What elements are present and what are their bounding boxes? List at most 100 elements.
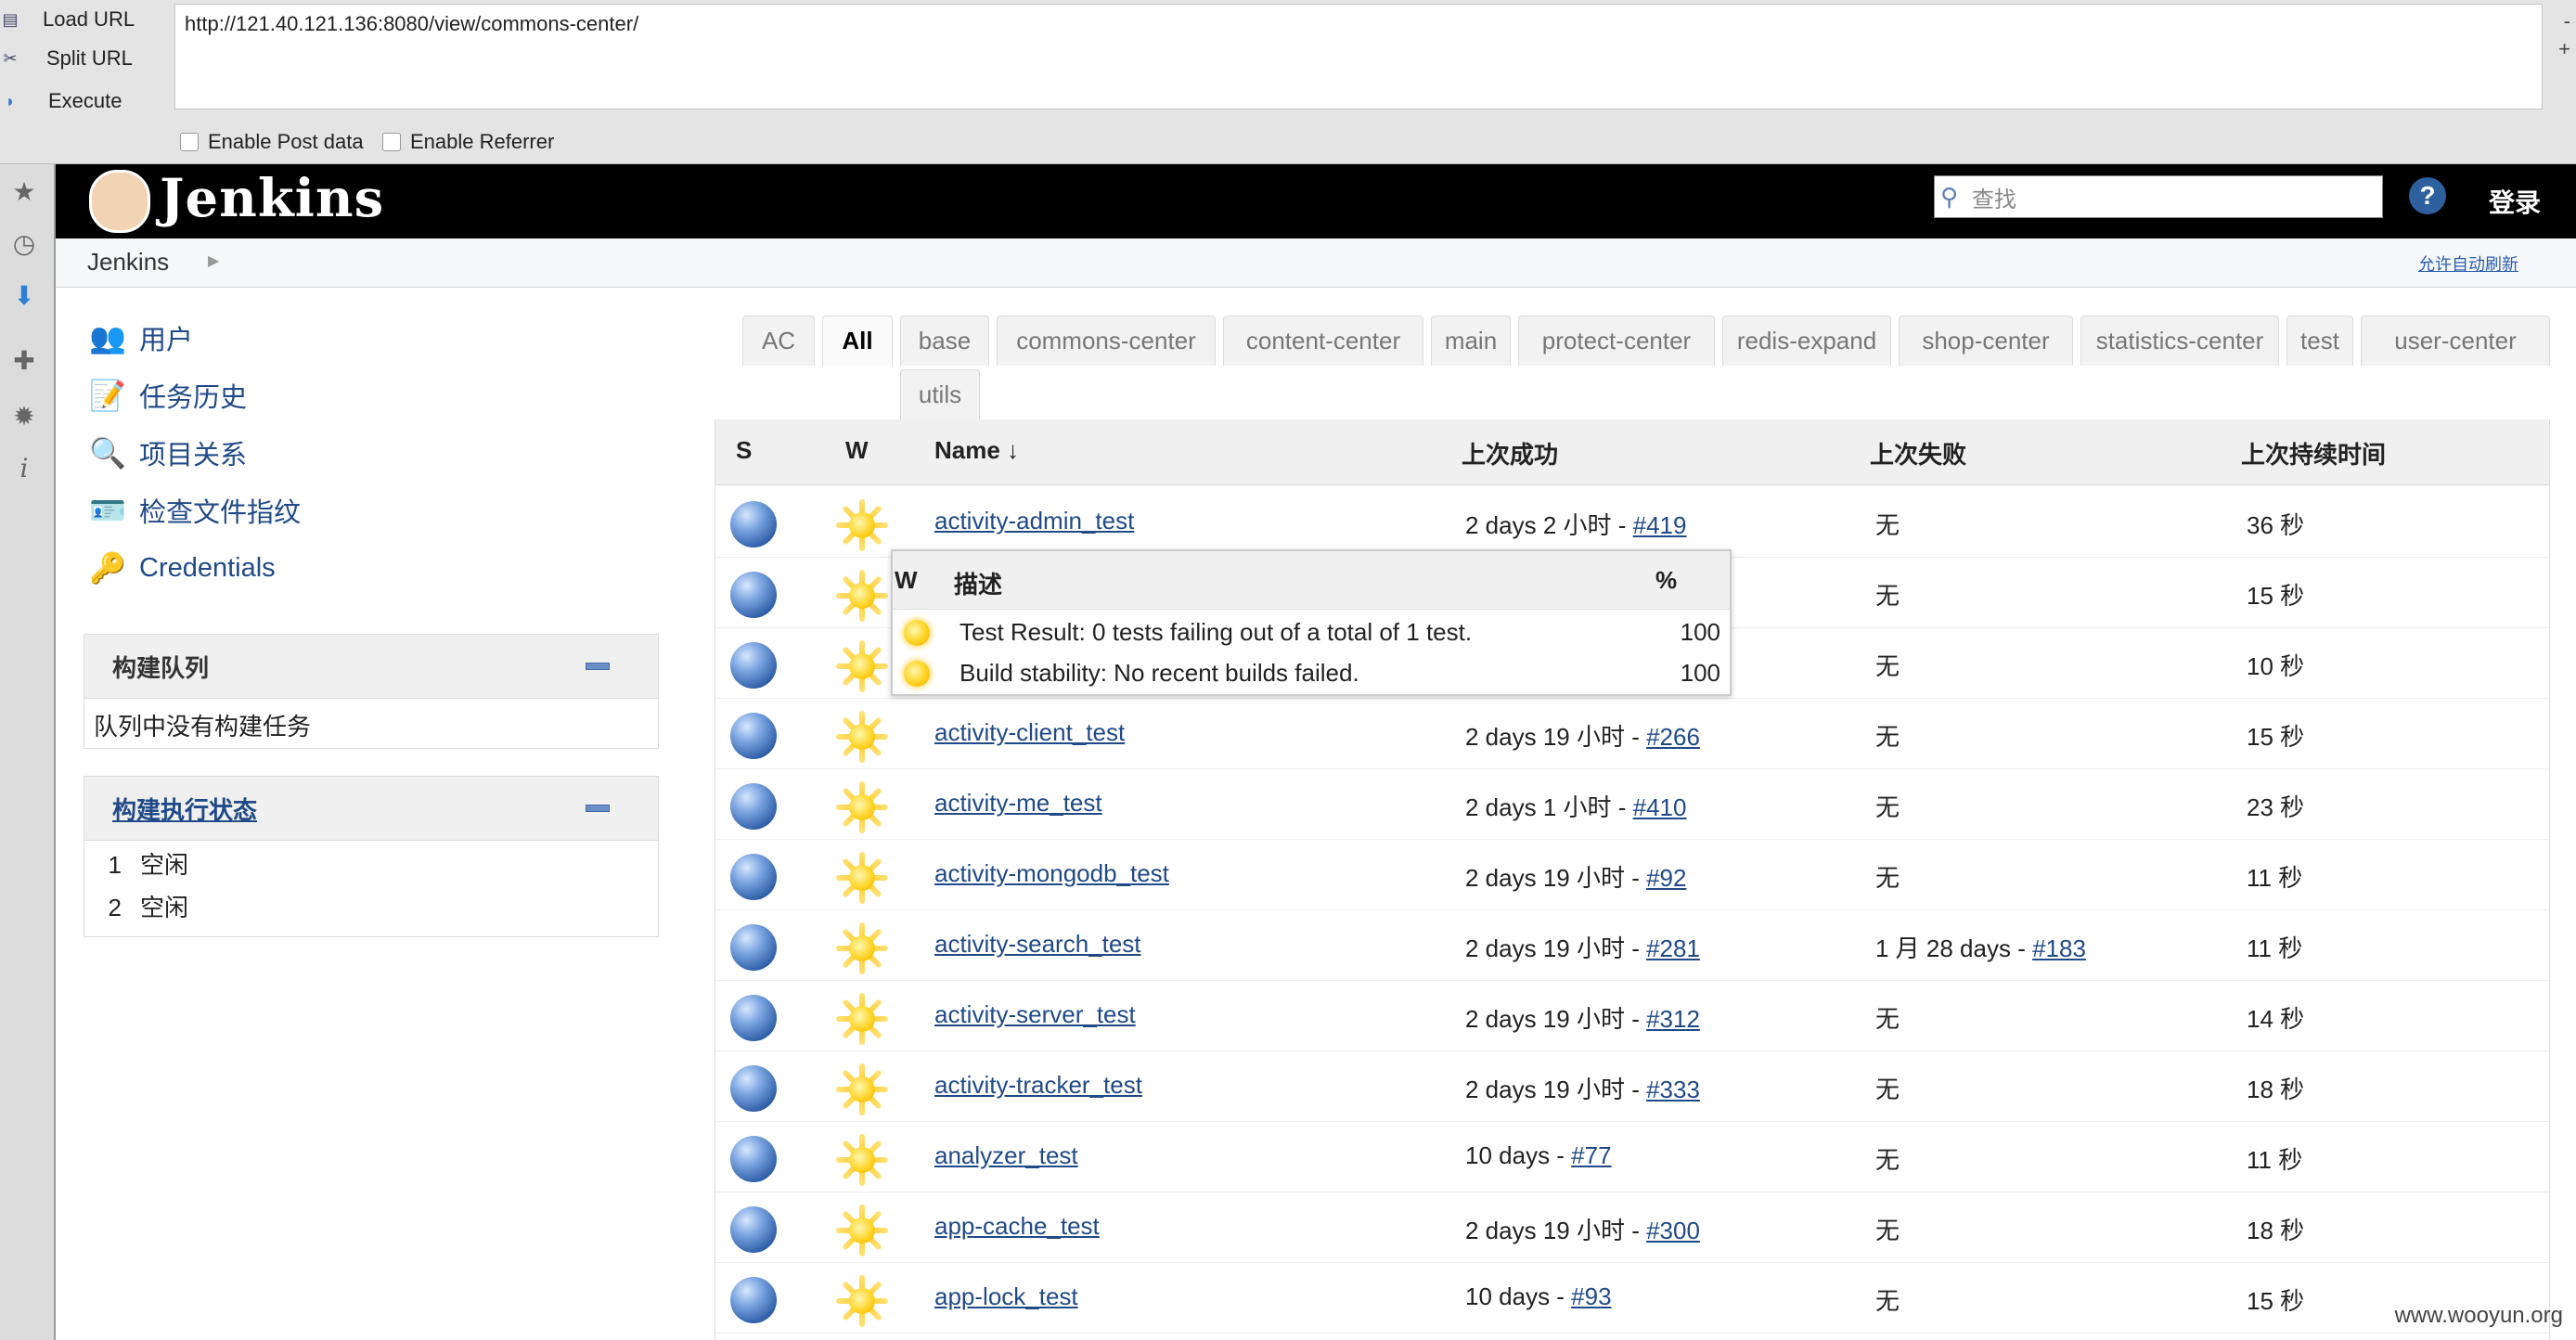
sunny-weather-icon[interactable] bbox=[836, 993, 888, 1045]
tab-all[interactable]: All bbox=[822, 316, 893, 366]
task-fingerprint[interactable]: 🪪 检查文件指纹 bbox=[89, 490, 301, 531]
split-url-button[interactable]: ✂ Split URL bbox=[0, 39, 132, 78]
blue-ball-status-icon[interactable] bbox=[730, 713, 777, 759]
blue-ball-status-icon[interactable] bbox=[730, 1065, 777, 1112]
collapse-executors-icon[interactable] bbox=[586, 805, 610, 812]
tab-content-center[interactable]: content-center bbox=[1223, 316, 1423, 366]
col-status[interactable]: S bbox=[736, 436, 752, 465]
history-clock-icon[interactable]: ◷ bbox=[9, 229, 39, 259]
task-credentials[interactable]: 🔑 Credentials bbox=[89, 548, 276, 588]
puzzle-icon[interactable]: ✚ bbox=[9, 346, 39, 376]
last-success-build-link[interactable]: #77 bbox=[1571, 1141, 1611, 1169]
info-icon[interactable]: i bbox=[9, 454, 39, 483]
referrer-checkbox-box[interactable] bbox=[382, 133, 401, 151]
breadcrumb-arrow-icon[interactable]: ▶ bbox=[208, 251, 219, 270]
blue-ball-status-icon[interactable] bbox=[730, 1136, 777, 1182]
url-textarea[interactable]: http://121.40.121.136:8080/view/commons-… bbox=[174, 4, 2543, 110]
job-name-link[interactable]: activity-search_test bbox=[934, 930, 1141, 959]
tab-statistics-center[interactable]: statistics-center bbox=[2080, 316, 2279, 366]
last-success-build-link[interactable]: #333 bbox=[1646, 1076, 1700, 1103]
bookmark-icon[interactable]: ★ bbox=[9, 177, 39, 207]
last-success-build-link[interactable]: #312 bbox=[1646, 1005, 1700, 1033]
tab-ac[interactable]: AC bbox=[742, 316, 815, 366]
enable-post-checkbox[interactable]: Enable Post data bbox=[180, 130, 364, 154]
sunny-weather-icon[interactable] bbox=[836, 1134, 888, 1186]
col-name[interactable]: Name ↓ bbox=[934, 436, 1019, 465]
blue-ball-status-icon[interactable] bbox=[730, 501, 777, 548]
tab-test[interactable]: test bbox=[2286, 316, 2353, 366]
help-icon[interactable]: ? bbox=[2409, 177, 2446, 214]
sunny-weather-icon[interactable] bbox=[836, 711, 888, 763]
job-name-link[interactable]: app-lock_test bbox=[934, 1282, 1078, 1311]
blue-ball-status-icon[interactable] bbox=[730, 783, 777, 830]
job-name-link[interactable]: activity-me_test bbox=[934, 789, 1102, 818]
shrink-button[interactable]: - bbox=[2564, 9, 2570, 33]
search-input[interactable]: ⚲ 查找 bbox=[1934, 175, 2383, 218]
post-checkbox-box[interactable] bbox=[180, 133, 199, 151]
blue-ball-status-icon[interactable] bbox=[730, 572, 777, 618]
tab-shop-center[interactable]: shop-center bbox=[1899, 316, 2073, 366]
login-link[interactable]: 登录 bbox=[2489, 183, 2541, 220]
jenkins-logo-text[interactable]: Jenkins bbox=[160, 168, 384, 229]
auto-refresh-link[interactable]: 允许自动刷新 bbox=[2418, 251, 2518, 276]
last-failure-build-link[interactable]: #183 bbox=[2032, 934, 2086, 962]
sunny-weather-icon bbox=[904, 620, 930, 646]
execute-button[interactable]: ◗ Execute bbox=[0, 82, 122, 121]
sunny-weather-icon[interactable] bbox=[836, 640, 888, 692]
tab-utils[interactable]: utils bbox=[900, 369, 980, 419]
blue-ball-status-icon[interactable] bbox=[730, 995, 777, 1041]
blue-ball-status-icon[interactable] bbox=[730, 642, 777, 689]
last-success-build-link[interactable]: #92 bbox=[1646, 864, 1686, 892]
last-success-build-link[interactable]: #266 bbox=[1646, 723, 1700, 751]
download-arrow-icon[interactable]: ⬇ bbox=[9, 281, 39, 311]
job-name-link[interactable]: analyzer_test bbox=[934, 1141, 1078, 1170]
task-history[interactable]: 📝 任务历史 bbox=[89, 375, 247, 416]
sunny-weather-icon[interactable] bbox=[836, 1275, 888, 1327]
job-name-link[interactable]: activity-tracker_test bbox=[934, 1071, 1142, 1100]
tab-redis-expand[interactable]: redis-expand bbox=[1722, 316, 1891, 366]
sunny-weather-icon[interactable] bbox=[836, 852, 888, 904]
sunny-weather-icon[interactable] bbox=[836, 1205, 888, 1256]
enable-referrer-checkbox[interactable]: Enable Referrer bbox=[382, 130, 554, 154]
job-name-link[interactable]: activity-client_test bbox=[934, 718, 1125, 747]
blue-ball-status-icon[interactable] bbox=[730, 1277, 777, 1323]
blue-ball-status-icon[interactable] bbox=[730, 854, 777, 900]
last-success-time: 2 days 2 小时 - bbox=[1465, 511, 1633, 539]
collapse-queue-icon[interactable] bbox=[586, 663, 610, 670]
task-project-relationship[interactable]: 🔍 项目关系 bbox=[89, 432, 247, 473]
col-last-success[interactable]: 上次成功 bbox=[1462, 436, 1558, 470]
job-name-link[interactable]: activity-admin_test bbox=[934, 507, 1134, 535]
task-users[interactable]: 👥 用户 bbox=[89, 317, 193, 358]
col-weather[interactable]: W bbox=[845, 436, 869, 465]
sunny-weather-icon[interactable] bbox=[836, 499, 888, 551]
grow-button[interactable]: + bbox=[2558, 37, 2570, 61]
breadcrumb-jenkins[interactable]: Jenkins bbox=[87, 248, 169, 277]
sunny-weather-icon[interactable] bbox=[836, 922, 888, 974]
last-success-build-link[interactable]: #419 bbox=[1633, 511, 1687, 539]
tab-main[interactable]: main bbox=[1431, 316, 1511, 366]
job-name-link[interactable]: app-cache_test bbox=[934, 1212, 1100, 1241]
job-name-link[interactable]: activity-mongodb_test bbox=[934, 859, 1169, 888]
col-last-duration[interactable]: 上次持续时间 bbox=[2241, 436, 2386, 470]
last-success-build-link[interactable]: #281 bbox=[1646, 934, 1700, 962]
sunny-weather-icon[interactable] bbox=[836, 1063, 888, 1115]
build-queue-header: 构建队列 bbox=[84, 635, 658, 699]
last-success-build-link[interactable]: #300 bbox=[1646, 1217, 1700, 1244]
blue-ball-status-icon[interactable] bbox=[730, 1206, 777, 1253]
col-last-failure[interactable]: 上次失败 bbox=[1870, 436, 1966, 470]
gear-icon[interactable]: ✹ bbox=[9, 402, 39, 432]
blue-ball-status-icon[interactable] bbox=[730, 924, 777, 971]
sunny-weather-icon[interactable] bbox=[836, 570, 888, 622]
jenkins-butler-logo-icon[interactable] bbox=[89, 170, 150, 233]
sunny-weather-icon[interactable] bbox=[836, 781, 888, 833]
job-name-link[interactable]: activity-server_test bbox=[934, 1000, 1136, 1029]
tab-user-center[interactable]: user-center bbox=[2361, 316, 2550, 366]
executors-title-link[interactable]: 构建执行状态 bbox=[112, 792, 257, 826]
last-success-cell: 2 days 19 小时 - #281 bbox=[1465, 930, 1700, 964]
tab-commons-center[interactable]: commons-center bbox=[997, 316, 1216, 366]
tab-base[interactable]: base bbox=[900, 316, 989, 366]
tab-protect-center[interactable]: protect-center bbox=[1518, 316, 1715, 366]
last-success-build-link[interactable]: #410 bbox=[1633, 793, 1687, 821]
last-success-build-link[interactable]: #93 bbox=[1571, 1282, 1611, 1310]
load-url-button[interactable]: ▤ Load URL bbox=[0, 0, 135, 39]
